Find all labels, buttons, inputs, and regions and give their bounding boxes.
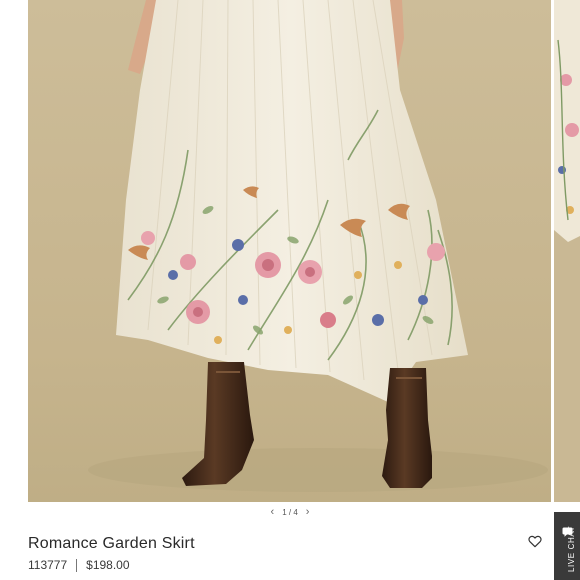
product-title: Romance Garden Skirt: [28, 535, 195, 552]
product-photo-illustration: [28, 0, 551, 502]
product-price: $198.00: [86, 558, 130, 572]
live-chat-label: LIVE CHAT: [567, 525, 576, 572]
live-chat-button[interactable]: LIVE CHAT: [554, 512, 580, 580]
gallery-pager: ‹ 1 / 4 ›: [0, 505, 580, 519]
chevron-left-icon[interactable]: ‹: [271, 506, 275, 518]
next-photo-illustration: [554, 0, 580, 502]
product-image-next-peek[interactable]: [554, 0, 580, 502]
chevron-right-icon[interactable]: ›: [306, 506, 310, 518]
product-image-main[interactable]: [28, 0, 551, 502]
gallery-current-index: 1: [282, 507, 287, 517]
heart-outline-icon[interactable]: [527, 533, 543, 549]
product-sku: 113777: [28, 558, 68, 572]
product-meta: 113777 $198.00: [28, 558, 130, 572]
gallery-position: 1 / 4: [282, 508, 298, 517]
gallery-total-count: 4: [293, 507, 298, 517]
meta-divider: [76, 558, 78, 572]
gallery-separator: /: [288, 507, 292, 517]
